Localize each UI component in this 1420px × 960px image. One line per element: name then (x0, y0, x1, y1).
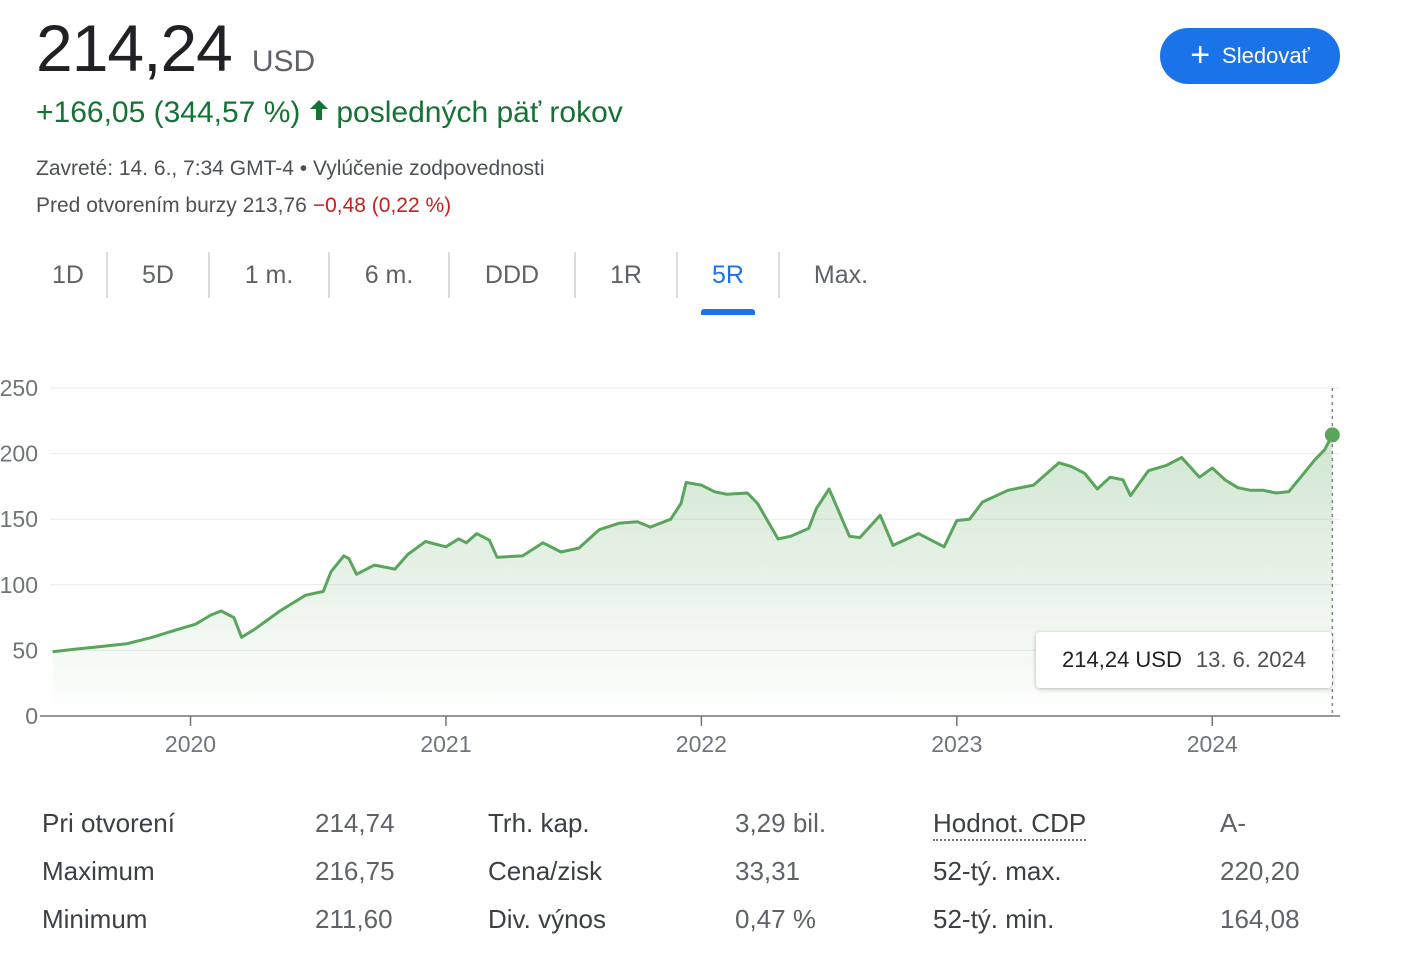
stat-value-high: 216,75 (315, 856, 395, 886)
premarket-price: Pred otvorením burzy 213,76 (36, 194, 307, 217)
chart-tooltip: 214,24 USD 13. 6. 2024 (1036, 632, 1332, 688)
last-price-point[interactable] (1324, 427, 1340, 443)
stat-value-low: 211,60 (315, 904, 393, 934)
y-tick-label: 150 (0, 506, 38, 532)
y-tick-label: 200 (0, 441, 38, 467)
stat-value-open: 214,74 (315, 808, 395, 838)
tab-5d[interactable]: 5D (108, 261, 208, 290)
tooltip-date: 13. 6. 2024 (1195, 647, 1306, 672)
x-tick-label: 2024 (1187, 731, 1238, 757)
tab-ytd[interactable]: DDD (450, 261, 574, 290)
stats-table: Pri otvorení 214,74 Maximum 216,75 Minim… (0, 800, 1420, 950)
market-status: Zavreté: 14. 6., 7:34 GMT-4 • Vylúčenie … (36, 157, 545, 180)
tab-1y[interactable]: 1R (576, 261, 676, 290)
tab-1m[interactable]: 1 m. (210, 261, 328, 290)
stat-label-52w-low: 52-tý. min. (933, 904, 1055, 934)
follow-button[interactable]: + Sledovať (1160, 28, 1340, 84)
currency-label: USD (251, 45, 316, 78)
change-period: posledných päť rokov (336, 96, 623, 129)
stat-value-cdp: A- (1220, 808, 1246, 838)
stat-label-high: Maximum (42, 856, 155, 886)
stat-label-pe: Cena/zisk (488, 856, 603, 886)
stat-label-52w-high: 52-tý. max. (933, 856, 1062, 886)
price-chart[interactable]: 0 50 100 150 200 250 2020 2021 2022 2023 2024 (0, 360, 1420, 770)
premarket-change: −0,48 (0,22 %) (312, 194, 452, 217)
stat-value-52w-low: 164,08 (1220, 904, 1300, 934)
price-change: +166,05 (344,57 %) posledných päť rokov (36, 96, 623, 130)
y-tick-label: 0 (25, 703, 38, 729)
tab-max[interactable]: Max. (780, 261, 902, 290)
price-row: 214,24 USD (36, 10, 315, 86)
x-tick-label: 2023 (931, 731, 982, 757)
y-tick-label: 250 (0, 375, 38, 401)
range-tabs: 1D 5D 1 m. 6 m. DDD 1R 5R Max. (30, 250, 902, 300)
x-tick-label: 2022 (676, 731, 727, 757)
stat-label-mktcap: Trh. kap. (488, 808, 590, 838)
stat-value-div: 0,47 % (735, 904, 816, 934)
tab-6m[interactable]: 6 m. (330, 261, 448, 290)
stat-label-div: Div. výnos (488, 904, 606, 934)
follow-button-label: Sledovať (1222, 43, 1310, 68)
tab-5y[interactable]: 5R (678, 261, 778, 290)
premarket-line: Pred otvorením burzy 213,76 −0,48 (0,22 %… (36, 194, 451, 218)
change-value: +166,05 (344,57 %) (36, 96, 301, 129)
current-price: 214,24 (36, 11, 233, 85)
stat-label-cdp[interactable]: Hodnot. CDP (933, 808, 1087, 841)
y-tick-label: 50 (12, 637, 38, 663)
tab-1d[interactable]: 1D (30, 261, 106, 290)
stat-value-mktcap: 3,29 bil. (735, 808, 827, 838)
stat-label-low: Minimum (42, 904, 148, 934)
tooltip-value: 214,24 USD (1062, 647, 1182, 672)
stat-value-52w-high: 220,20 (1220, 856, 1300, 886)
x-tick-label: 2021 (420, 731, 471, 757)
y-tick-label: 100 (0, 572, 38, 598)
stat-label-open: Pri otvorení (42, 808, 175, 838)
arrow-up-icon (308, 96, 330, 130)
plus-icon: + (1190, 35, 1211, 74)
x-tick-label: 2020 (165, 731, 216, 757)
stat-value-pe: 33,31 (735, 856, 801, 886)
